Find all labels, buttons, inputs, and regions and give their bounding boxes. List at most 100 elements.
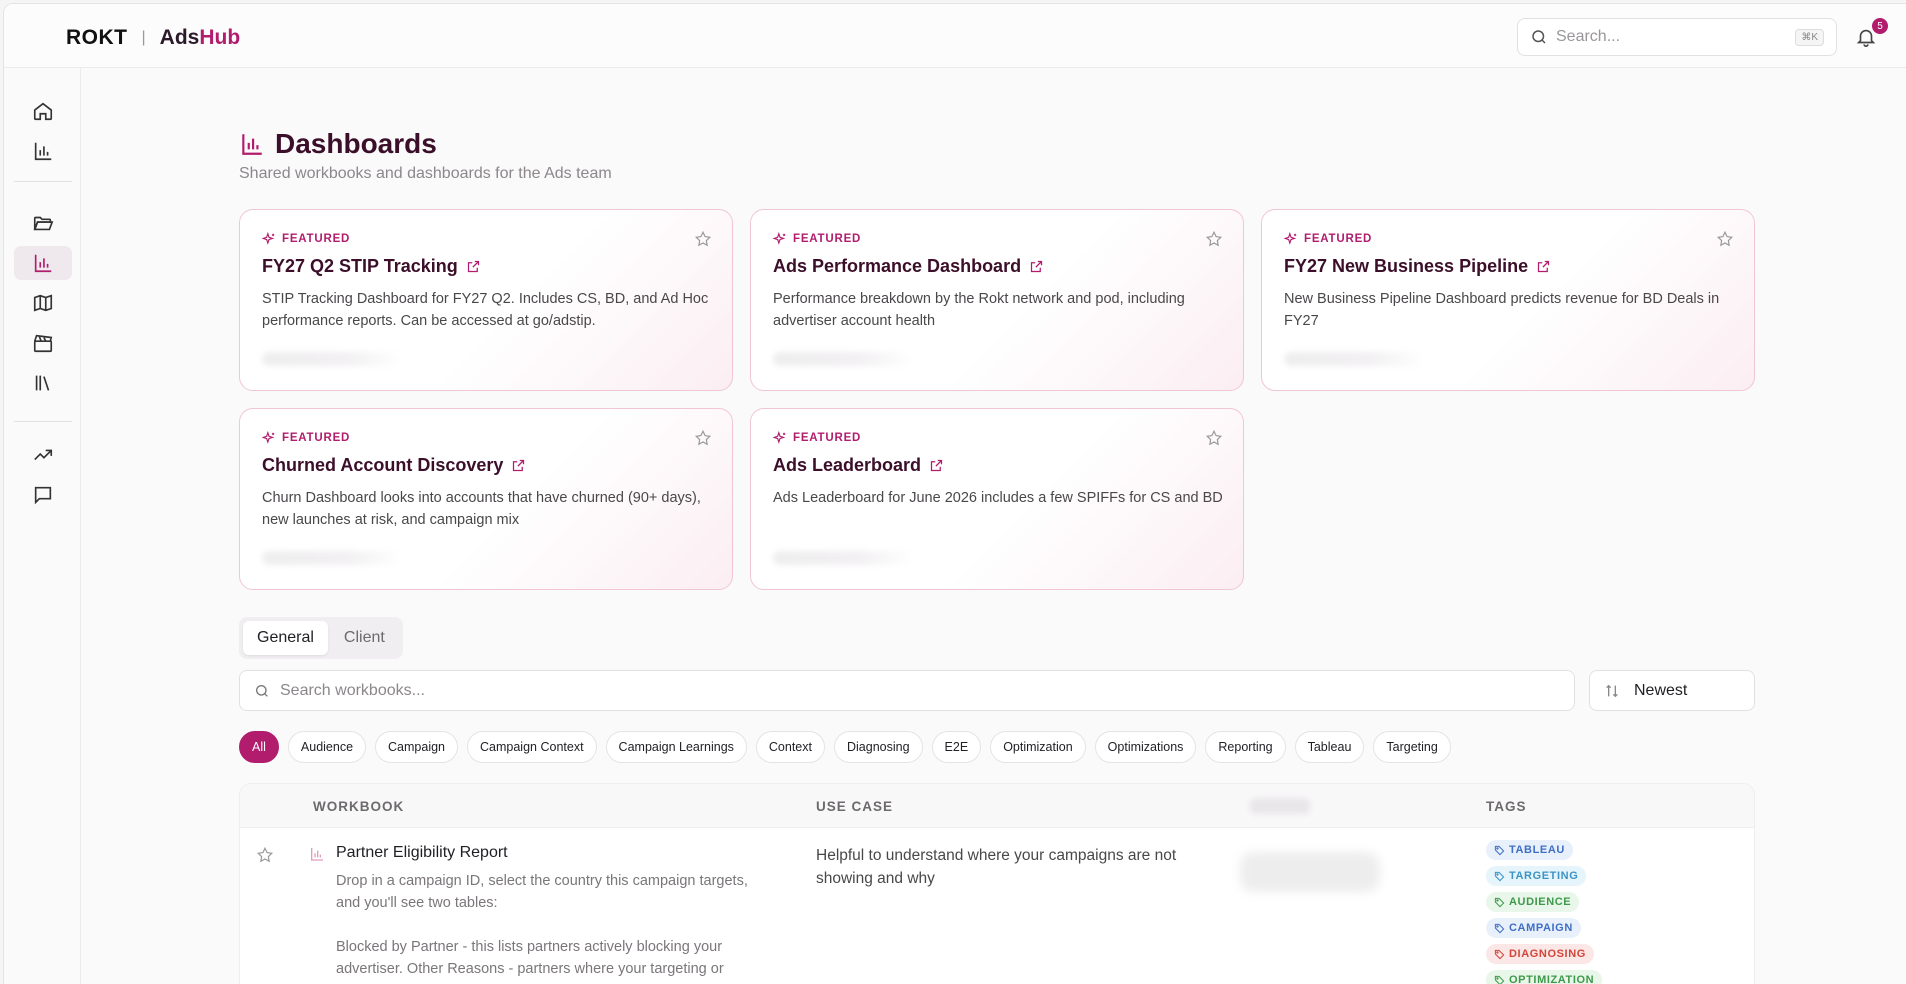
sidebar-item-media[interactable] [14, 326, 72, 360]
filter-chip-e2e[interactable]: E2E [931, 731, 982, 763]
sidebar-item-library[interactable] [14, 366, 72, 400]
sidebar-item-analytics[interactable] [14, 134, 72, 168]
featured-text: FEATURED [282, 233, 351, 245]
card-title[interactable]: FY27 Q2 STIP Tracking [262, 256, 710, 277]
star-icon[interactable] [694, 429, 712, 447]
featured-card[interactable]: FEATURED Ads Performance Dashboard Perfo… [750, 209, 1244, 391]
tab-general[interactable]: General [243, 621, 328, 655]
clapperboard-icon [33, 334, 53, 353]
workbook-name[interactable]: Partner Eligibility Report [336, 844, 508, 862]
search-icon [1532, 30, 1546, 44]
brand-logo[interactable]: ROKT | Ads Hub [66, 26, 240, 50]
card-title-text: Churned Account Discovery [262, 455, 504, 475]
external-link-icon [467, 260, 479, 273]
filter-chip-audience[interactable]: Audience [287, 731, 367, 763]
logo-separator: | [141, 29, 146, 46]
sidebar-item-maps[interactable] [14, 286, 72, 320]
featured-label: FEATURED [773, 232, 1221, 246]
rokt-wordmark: ROKT [66, 26, 128, 49]
card-owner-redacted [773, 551, 913, 565]
workbook-search-placeholder: Search workbooks... [280, 681, 425, 699]
card-owner-redacted [1284, 352, 1424, 366]
featured-card[interactable]: FEATURED FY27 New Business Pipeline New … [1261, 209, 1755, 391]
featured-card[interactable]: FEATURED Ads Leaderboard Ads Leaderboard… [750, 408, 1244, 590]
card-title[interactable]: Ads Leaderboard [773, 455, 1221, 476]
tag-badge[interactable]: OPTIMIZATION [1486, 970, 1603, 984]
external-link-icon [1537, 260, 1550, 273]
global-search-placeholder: Search... [1556, 28, 1621, 45]
card-description: Churn Dashboard looks into accounts that… [262, 490, 701, 528]
tag-badge[interactable]: TABLEAU [1486, 840, 1573, 860]
sparkles-icon [773, 431, 786, 444]
sidebar [4, 68, 81, 984]
workbook-owner-redacted [1240, 852, 1380, 892]
sidebar-divider [14, 181, 72, 182]
column-header-redacted [1250, 798, 1310, 814]
library-icon [35, 375, 50, 391]
filter-chip-campaign-learnings[interactable]: Campaign Learnings [605, 731, 747, 763]
card-owner-redacted [262, 551, 402, 565]
featured-card[interactable]: FEATURED Churned Account Discovery Churn… [239, 408, 733, 590]
filter-chip-optimization[interactable]: Optimization [990, 731, 1086, 763]
featured-text: FEATURED [1304, 233, 1373, 245]
featured-card[interactable]: FEATURED FY27 Q2 STIP Tracking STIP Trac… [239, 209, 733, 391]
tag-badge[interactable]: TARGETING [1486, 866, 1587, 886]
workbook-use-case: Helpful to understand where your campaig… [816, 847, 1177, 887]
sidebar-item-dashboards[interactable] [14, 246, 72, 280]
tag-badge[interactable]: CAMPAIGN [1486, 918, 1581, 938]
tag-icon [1494, 845, 1505, 855]
home-icon [33, 102, 53, 121]
workbook-search-input[interactable]: Search workbooks... [239, 670, 1575, 711]
filter-chip-diagnosing[interactable]: Diagnosing [834, 731, 923, 763]
filter-chip-campaign-context[interactable]: Campaign Context [467, 731, 597, 763]
sparkles-icon [262, 431, 275, 444]
folder-open-icon [33, 216, 54, 231]
tag-label: TARGETING [1509, 870, 1579, 882]
tag-badge[interactable]: AUDIENCE [1486, 892, 1580, 912]
filter-chip-tableau[interactable]: Tableau [1294, 731, 1365, 763]
column-header-workbook[interactable]: WORKBOOK [313, 799, 404, 814]
card-title[interactable]: Churned Account Discovery [262, 455, 710, 476]
filter-chips: All Audience Campaign Campaign Context C… [239, 731, 1451, 763]
featured-label: FEATURED [773, 431, 1221, 445]
page-header: Dashboards [239, 128, 437, 160]
card-title[interactable]: FY27 New Business Pipeline [1284, 256, 1732, 277]
sort-select[interactable]: Newest [1589, 670, 1755, 711]
sort-arrows-icon [1606, 684, 1618, 697]
card-title[interactable]: Ads Performance Dashboard [773, 256, 1221, 277]
column-header-use-case[interactable]: USE CASE [816, 799, 893, 814]
global-search[interactable]: Search... ⌘K [1517, 18, 1837, 56]
card-title-text: FY27 Q2 STIP Tracking [262, 256, 458, 276]
filter-chip-targeting[interactable]: Targeting [1373, 731, 1451, 763]
top-bar: ROKT | Ads Hub Search... ⌘K 5 [4, 4, 1906, 68]
column-header-tags[interactable]: TAGS [1486, 799, 1527, 814]
featured-text: FEATURED [282, 432, 351, 444]
sidebar-item-folders[interactable] [14, 206, 72, 240]
card-description: Performance breakdown by the Rokt networ… [773, 291, 1185, 329]
sidebar-item-home[interactable] [14, 94, 72, 128]
star-icon[interactable] [256, 846, 274, 864]
filter-chip-optimizations[interactable]: Optimizations [1094, 731, 1197, 763]
sidebar-item-trends[interactable] [14, 438, 72, 472]
card-title-text: Ads Leaderboard [773, 455, 922, 475]
card-title-text: Ads Performance Dashboard [773, 256, 1022, 276]
tag-list: TABLEAU TARGETING AUDIENCE CAMPAIGN DIAG… [1486, 840, 1603, 984]
card-description: STIP Tracking Dashboard for FY27 Q2. Inc… [262, 291, 709, 329]
tag-label: DIAGNOSING [1509, 948, 1586, 960]
external-link-icon [513, 459, 525, 472]
sidebar-item-messages[interactable] [14, 478, 72, 512]
tag-icon [1494, 975, 1505, 984]
tag-icon [1494, 897, 1505, 907]
star-icon[interactable] [1716, 230, 1734, 248]
star-icon[interactable] [694, 230, 712, 248]
tag-badge[interactable]: DIAGNOSING [1486, 944, 1594, 964]
filter-chip-reporting[interactable]: Reporting [1205, 731, 1286, 763]
tab-client[interactable]: Client [330, 621, 399, 655]
filter-chip-context[interactable]: Context [755, 731, 825, 763]
filter-chip-all[interactable]: All [239, 731, 279, 763]
star-icon[interactable] [1205, 429, 1223, 447]
app-name-prefix: Ads [159, 26, 200, 49]
star-icon[interactable] [1205, 230, 1223, 248]
filter-chip-campaign[interactable]: Campaign [375, 731, 459, 763]
tag-icon [1494, 949, 1505, 959]
